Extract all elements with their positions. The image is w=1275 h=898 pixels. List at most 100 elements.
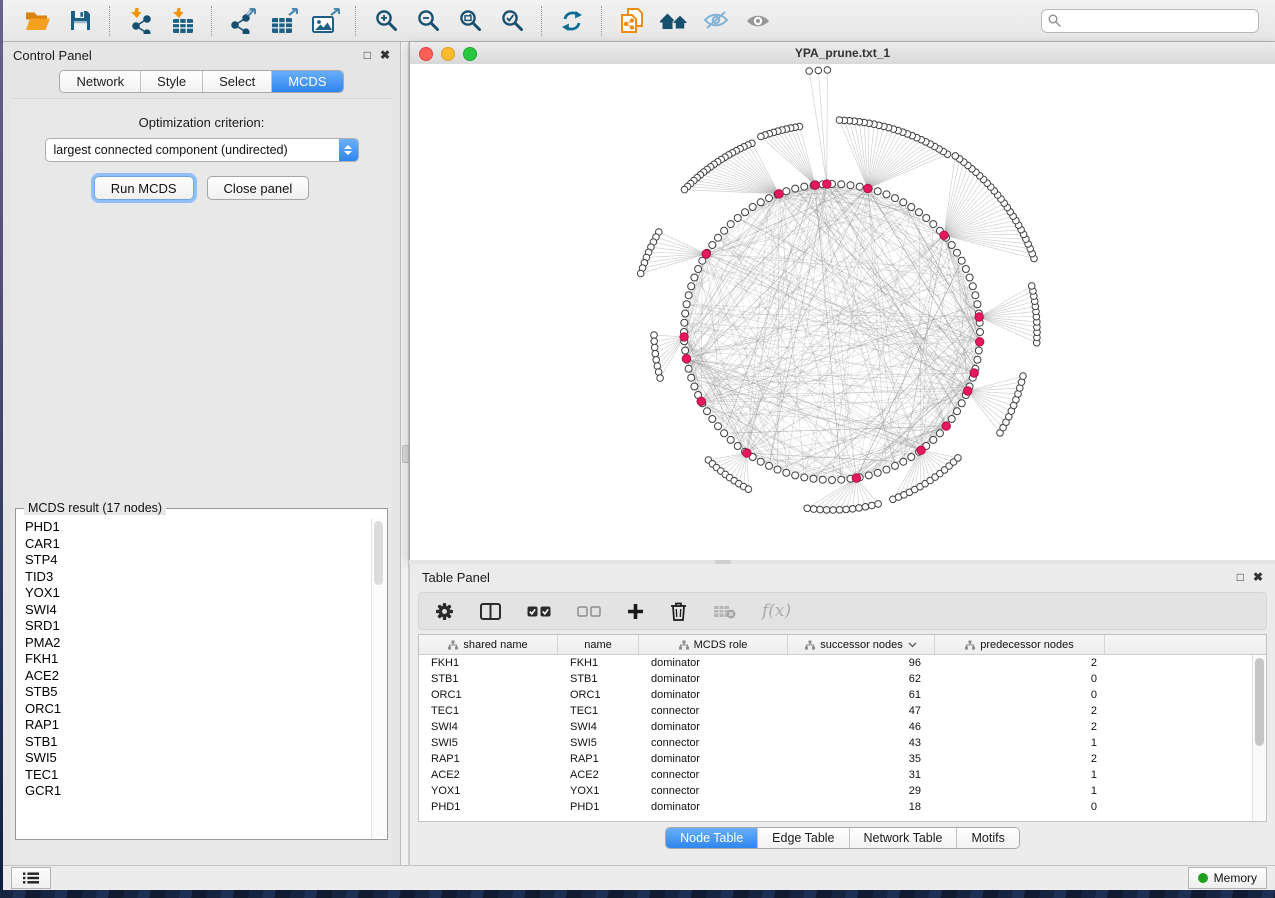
mcds-result-item[interactable]: STP4 [17, 552, 372, 569]
show-all-button[interactable] [741, 5, 775, 37]
tab-edge-table[interactable]: Edge Table [758, 828, 849, 848]
cell[interactable]: 35 [788, 753, 935, 765]
column-header-name[interactable]: name [558, 635, 639, 654]
cell[interactable]: 29 [788, 785, 935, 797]
cell[interactable]: 61 [788, 689, 935, 701]
cell[interactable]: 1 [935, 769, 1105, 781]
cell[interactable]: 47 [788, 705, 935, 717]
mcds-selected-node[interactable] [682, 355, 690, 363]
export-image-button[interactable] [309, 5, 343, 37]
vertical-splitter-handle[interactable] [402, 445, 409, 463]
export-network-button[interactable] [225, 5, 259, 37]
cell[interactable]: 1 [935, 737, 1105, 749]
table-scrollbar-thumb[interactable] [1255, 658, 1264, 746]
vertical-splitter[interactable] [401, 42, 409, 866]
cell[interactable]: connector [639, 737, 788, 749]
cell[interactable]: 1 [935, 785, 1105, 797]
cell[interactable]: STB1 [419, 673, 558, 685]
tab-mcds[interactable]: MCDS [272, 71, 342, 92]
cell[interactable]: YOX1 [419, 785, 558, 797]
delete-column-button[interactable] [670, 602, 687, 621]
cell[interactable]: dominator [639, 657, 788, 669]
float-table-panel-icon[interactable]: □ [1237, 571, 1244, 583]
mcds-scrollbar[interactable] [371, 519, 386, 838]
cell[interactable]: FKH1 [558, 657, 639, 669]
network-window-titlebar[interactable]: YPA_prune.txt_1 [410, 42, 1275, 65]
zoom-fit-button[interactable] [453, 5, 487, 37]
zoom-selected-button[interactable] [495, 5, 529, 37]
cell[interactable]: 2 [935, 753, 1105, 765]
mcds-selected-node[interactable] [976, 338, 984, 346]
cell[interactable]: YOX1 [558, 785, 639, 797]
zoom-out-button[interactable] [411, 5, 445, 37]
mcds-result-item[interactable]: TID3 [17, 569, 372, 586]
cell[interactable]: connector [639, 705, 788, 717]
function-builder-button[interactable]: f(x) [762, 601, 791, 621]
cell[interactable]: SWI5 [558, 737, 639, 749]
cell[interactable]: connector [639, 785, 788, 797]
gear-button[interactable] [435, 602, 454, 621]
mcds-result-item[interactable]: STB1 [17, 734, 372, 751]
table-row[interactable]: STB1STB1dominator620 [419, 671, 1252, 687]
cell[interactable]: 96 [788, 657, 935, 669]
table-row[interactable]: SWI5SWI5connector431 [419, 735, 1252, 751]
cell[interactable]: FKH1 [419, 657, 558, 669]
cell[interactable]: SWI5 [419, 737, 558, 749]
table-row[interactable]: ACE2ACE2connector311 [419, 767, 1252, 783]
close-window-icon[interactable] [419, 47, 433, 61]
mcds-selected-node[interactable] [864, 184, 872, 192]
split-view-button[interactable] [480, 603, 501, 620]
search-input[interactable] [1041, 9, 1259, 33]
mcds-selected-node[interactable] [942, 422, 950, 430]
mcds-result-item[interactable]: ORC1 [17, 701, 372, 718]
cell[interactable]: dominator [639, 673, 788, 685]
delete-table-button[interactable] [713, 604, 736, 619]
table-row[interactable]: PHD1PHD1dominator180 [419, 799, 1252, 815]
column-header-mcds-role[interactable]: MCDS role [639, 635, 788, 654]
cell[interactable]: ORC1 [558, 689, 639, 701]
cell[interactable]: 0 [935, 801, 1105, 813]
mcds-result-item[interactable]: GCR1 [17, 783, 372, 800]
cell[interactable]: dominator [639, 721, 788, 733]
table-scrollbar[interactable] [1252, 655, 1266, 821]
refresh-layout-button[interactable] [555, 5, 589, 37]
tab-network[interactable]: Network [60, 71, 141, 92]
mcds-selected-node[interactable] [823, 180, 831, 188]
mcds-result-item[interactable]: YOX1 [17, 585, 372, 602]
mcds-result-item[interactable]: FKH1 [17, 651, 372, 668]
cell[interactable]: ORC1 [419, 689, 558, 701]
open-folder-button[interactable] [21, 5, 55, 37]
mcds-selected-node[interactable] [702, 250, 710, 258]
cell[interactable]: 2 [935, 657, 1105, 669]
cell[interactable]: SWI4 [558, 721, 639, 733]
cell[interactable]: PHD1 [558, 801, 639, 813]
cell[interactable]: connector [639, 769, 788, 781]
mcds-result-item[interactable]: STB5 [17, 684, 372, 701]
hide-selected-button[interactable] [699, 5, 733, 37]
network-canvas[interactable] [410, 64, 1275, 560]
mcds-selected-node[interactable] [975, 313, 983, 321]
cell[interactable]: 18 [788, 801, 935, 813]
cell[interactable]: RAP1 [558, 753, 639, 765]
tab-select[interactable]: Select [203, 71, 272, 92]
cell[interactable]: PHD1 [419, 801, 558, 813]
cell[interactable]: 46 [788, 721, 935, 733]
memory-button[interactable]: Memory [1188, 867, 1267, 889]
mcds-result-item[interactable]: TEC1 [17, 767, 372, 784]
cell[interactable]: STB1 [558, 673, 639, 685]
duplicate-network-button[interactable] [615, 5, 649, 37]
cell[interactable]: dominator [639, 801, 788, 813]
save-button[interactable] [63, 5, 97, 37]
import-network-button[interactable] [123, 5, 157, 37]
mcds-selected-node[interactable] [852, 474, 860, 482]
mcds-result-item[interactable]: ACE2 [17, 668, 372, 685]
zoom-in-button[interactable] [369, 5, 403, 37]
tab-node-table[interactable]: Node Table [666, 828, 758, 848]
mcds-result-item[interactable]: SWI5 [17, 750, 372, 767]
mcds-selected-node[interactable] [697, 397, 705, 405]
column-header-successor-nodes[interactable]: successor nodes [788, 635, 935, 654]
table-row[interactable]: FKH1FKH1dominator962 [419, 655, 1252, 671]
cell[interactable]: ACE2 [419, 769, 558, 781]
cell[interactable]: 0 [935, 673, 1105, 685]
mcds-selected-node[interactable] [811, 181, 819, 189]
